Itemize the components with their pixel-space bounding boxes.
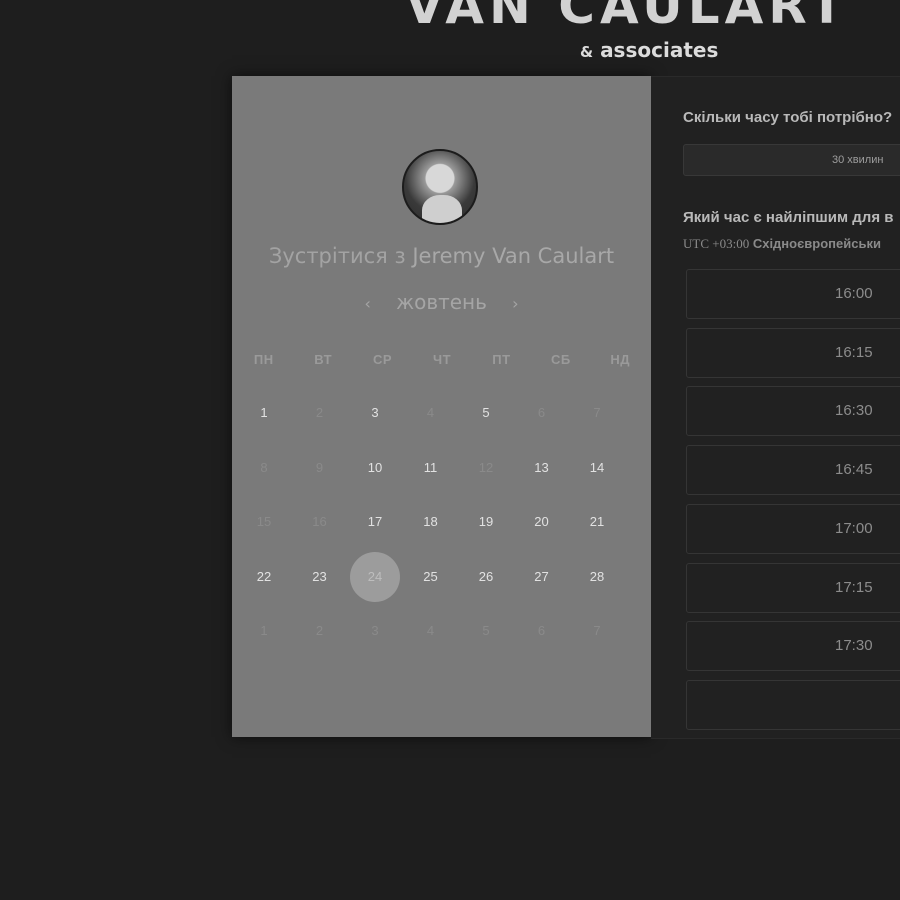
calendar-day[interactable]: 10 xyxy=(350,443,400,493)
weekday-wed: СР xyxy=(373,352,393,367)
weekday-thu: ЧТ xyxy=(432,352,452,367)
time-question: Який час є найліпшим для в xyxy=(683,209,894,226)
weekday-tue: ВТ xyxy=(314,352,333,367)
calendar-day: 9 xyxy=(315,459,324,475)
time-slot-button[interactable]: 16:30 xyxy=(686,386,900,437)
time-slot-button[interactable]: 17:00 xyxy=(686,503,900,554)
calendar-day[interactable]: 23 xyxy=(295,552,345,602)
calendar-day: 12 xyxy=(478,459,494,475)
time-slot-button[interactable] xyxy=(686,679,900,730)
calendar-day: 4 xyxy=(426,623,435,638)
calendar-day[interactable]: 13 xyxy=(517,443,567,493)
meeting-title: Зустрітися з Jeremy Van Caulart xyxy=(232,244,651,268)
prev-month-icon[interactable]: ‹ xyxy=(358,294,378,313)
meeting-prefix: Зустрітися з xyxy=(268,244,406,268)
time-panel: Скільки часу тобі потрібно? 30 хвилин Як… xyxy=(651,76,900,739)
calendar-day[interactable]: 18 xyxy=(406,497,456,547)
calendar-day: 6 xyxy=(537,405,546,420)
host-avatar xyxy=(402,149,478,225)
calendar-day[interactable]: 11 xyxy=(406,443,456,493)
calendar-day[interactable]: 3 xyxy=(350,388,400,438)
weekday-sun: НД xyxy=(610,352,631,367)
calendar-day: 16 xyxy=(312,514,327,529)
calendar-day[interactable]: 17 xyxy=(350,497,400,547)
calendar-day: 7 xyxy=(593,405,601,420)
weekday-fri: ПТ xyxy=(492,352,511,367)
calendar-day[interactable]: 5 xyxy=(461,388,511,438)
timezone-name: Східноєвропейськи xyxy=(752,236,881,251)
brand-title: VAN CAULART xyxy=(405,0,849,35)
calendar-panel: Зустрітися з Jeremy Van Caulart ‹ жовтен… xyxy=(232,76,651,737)
weekday-header: ПН ВТ СР ЧТ ПТ СБ НД xyxy=(234,352,650,367)
calendar-day: 2 xyxy=(315,623,324,638)
time-slot-button[interactable]: 17:30 xyxy=(686,621,900,672)
brand-subtitle: & associates xyxy=(580,38,730,62)
time-slot-button[interactable]: 17:15 xyxy=(686,562,900,613)
calendar-day[interactable]: 14 xyxy=(572,443,622,493)
calendar-day[interactable]: 20 xyxy=(517,497,567,547)
calendar-day: 1 xyxy=(260,623,268,638)
calendar-day: 5 xyxy=(482,623,490,638)
month-navigation: ‹ жовтень › xyxy=(232,290,651,314)
calendar-day[interactable]: 26 xyxy=(461,552,511,602)
calendar-day[interactable]: 1 xyxy=(239,388,289,438)
calendar-day: 3 xyxy=(371,623,379,638)
calendar-day[interactable]: 19 xyxy=(461,497,511,547)
month-label: жовтень xyxy=(396,290,487,314)
host-name: Jeremy Van Caulart xyxy=(412,244,615,268)
timezone-offset: UTC +03:00 xyxy=(683,236,750,251)
brand-subtitle-text: associates xyxy=(600,38,719,62)
time-slot-button[interactable]: 16:45 xyxy=(686,445,900,496)
weekday-sat: СБ xyxy=(550,352,571,367)
next-month-icon[interactable]: › xyxy=(505,294,525,313)
brand-ampersand: & xyxy=(580,43,594,61)
calendar-day[interactable]: 25 xyxy=(406,552,456,602)
calendar-day: 4 xyxy=(426,405,435,420)
duration-select[interactable]: 30 хвилин xyxy=(683,144,900,176)
time-slot-button[interactable]: 16:00 xyxy=(686,269,900,319)
calendar-day: 8 xyxy=(260,459,268,475)
time-slot-button[interactable]: 16:15 xyxy=(686,327,900,378)
calendar-day[interactable]: 21 xyxy=(572,497,622,547)
calendar-day-selected[interactable]: 24 xyxy=(350,551,400,602)
timezone-selector[interactable]: UTC +03:00 Східноєвропейськи xyxy=(683,236,900,252)
calendar-day[interactable]: 28 xyxy=(572,552,622,602)
calendar-day: 15 xyxy=(256,514,272,529)
weekday-mon: ПН xyxy=(253,352,274,367)
calendar-day[interactable]: 27 xyxy=(517,552,567,602)
calendar-day: 2 xyxy=(315,405,324,420)
calendar-day: 6 xyxy=(537,623,546,638)
calendar-day: 7 xyxy=(593,623,601,638)
duration-question: Скільки часу тобі потрібно? xyxy=(683,109,893,126)
calendar-day[interactable]: 22 xyxy=(239,552,289,602)
